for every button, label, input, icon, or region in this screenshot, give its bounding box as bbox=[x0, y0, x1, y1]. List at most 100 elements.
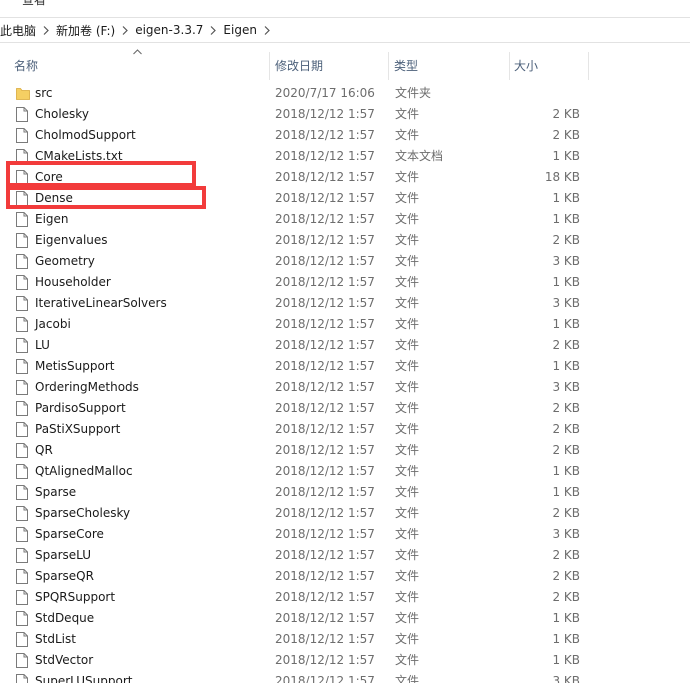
file-row[interactable]: QR 2018/12/12 1:57 文件 2 KB bbox=[0, 440, 690, 461]
file-name[interactable]: LU bbox=[35, 335, 50, 356]
file-row[interactable]: Jacobi 2018/12/12 1:57 文件 1 KB bbox=[0, 314, 690, 335]
file-type: 文件夹 bbox=[395, 86, 432, 100]
file-type: 文件 bbox=[395, 422, 420, 436]
file-name[interactable]: SPQRSupport bbox=[35, 587, 115, 608]
file-row[interactable]: SparseCore 2018/12/12 1:57 文件 3 KB bbox=[0, 524, 690, 545]
breadcrumb-drive[interactable]: 新加卷 (F:) bbox=[56, 22, 115, 39]
file-row[interactable]: SparseQR 2018/12/12 1:57 文件 2 KB bbox=[0, 566, 690, 587]
file-row[interactable]: Householder 2018/12/12 1:57 文件 1 KB bbox=[0, 272, 690, 293]
file-type: 文件 bbox=[395, 233, 420, 247]
file-size: 1 KB bbox=[552, 632, 580, 646]
file-row[interactable]: SparseLU 2018/12/12 1:57 文件 2 KB bbox=[0, 545, 690, 566]
file-name[interactable]: src bbox=[35, 83, 53, 104]
file-type: 文件 bbox=[395, 611, 420, 625]
file-type: 文本文档 bbox=[395, 149, 444, 163]
file-size: 1 KB bbox=[552, 191, 580, 205]
file-date: 2018/12/12 1:57 bbox=[275, 527, 375, 541]
file-name[interactable]: IterativeLinearSolvers bbox=[35, 293, 167, 314]
file-icon bbox=[16, 275, 28, 290]
file-name[interactable]: Eigenvalues bbox=[35, 230, 108, 251]
file-name[interactable]: SparseQR bbox=[35, 566, 94, 587]
file-date: 2018/12/12 1:57 bbox=[275, 380, 375, 394]
file-name[interactable]: Eigen bbox=[35, 209, 69, 230]
file-name[interactable]: Sparse bbox=[35, 482, 76, 503]
column-type-header[interactable]: 类型 bbox=[392, 52, 510, 80]
file-icon bbox=[16, 317, 28, 332]
file-icon bbox=[16, 443, 28, 458]
file-name[interactable]: QR bbox=[35, 440, 53, 461]
file-icon bbox=[16, 233, 28, 248]
file-name[interactable]: Geometry bbox=[35, 251, 95, 272]
file-name[interactable]: Householder bbox=[35, 272, 111, 293]
file-type: 文件 bbox=[395, 569, 420, 583]
file-date: 2018/12/12 1:57 bbox=[275, 233, 375, 247]
file-type: 文件 bbox=[395, 590, 420, 604]
chevron-right-icon[interactable] bbox=[43, 25, 49, 35]
file-type: 文件 bbox=[395, 254, 420, 268]
view-menu[interactable]: 查看 bbox=[22, 0, 46, 8]
file-name[interactable]: QtAlignedMalloc bbox=[35, 461, 133, 482]
file-row[interactable]: SuperLUSupport 2018/12/12 1:57 文件 3 KB bbox=[0, 671, 690, 683]
file-row[interactable]: OrderingMethods 2018/12/12 1:57 文件 3 KB bbox=[0, 377, 690, 398]
file-row[interactable]: PaStiXSupport 2018/12/12 1:57 文件 2 KB bbox=[0, 419, 690, 440]
file-size: 3 KB bbox=[552, 254, 580, 268]
file-row[interactable]: QtAlignedMalloc 2018/12/12 1:57 文件 1 KB bbox=[0, 461, 690, 482]
file-type: 文件 bbox=[395, 401, 420, 415]
file-date: 2018/12/12 1:57 bbox=[275, 464, 375, 478]
file-row[interactable]: StdList 2018/12/12 1:57 文件 1 KB bbox=[0, 629, 690, 650]
file-name[interactable]: StdVector bbox=[35, 650, 93, 671]
column-name-header[interactable]: 名称 bbox=[12, 52, 270, 80]
file-row[interactable]: SparseCholesky 2018/12/12 1:57 文件 2 KB bbox=[0, 503, 690, 524]
file-row[interactable]: Cholesky 2018/12/12 1:57 文件 2 KB bbox=[0, 104, 690, 125]
chevron-right-icon[interactable] bbox=[122, 25, 129, 35]
file-row[interactable]: StdDeque 2018/12/12 1:57 文件 1 KB bbox=[0, 608, 690, 629]
file-name[interactable]: Jacobi bbox=[35, 314, 71, 335]
file-row[interactable]: StdVector 2018/12/12 1:57 文件 1 KB bbox=[0, 650, 690, 671]
file-icon bbox=[16, 632, 28, 647]
file-name[interactable]: MetisSupport bbox=[35, 356, 114, 377]
file-name[interactable]: Cholesky bbox=[35, 104, 89, 125]
file-type: 文件 bbox=[395, 296, 420, 310]
file-row[interactable]: Eigen 2018/12/12 1:57 文件 1 KB bbox=[0, 209, 690, 230]
file-name[interactable]: SparseLU bbox=[35, 545, 91, 566]
file-size: 2 KB bbox=[552, 338, 580, 352]
file-row[interactable]: SPQRSupport 2018/12/12 1:57 文件 2 KB bbox=[0, 587, 690, 608]
breadcrumb[interactable]: 此电脑 新加卷 (F:) eigen-3.3.7 Eigen bbox=[0, 17, 690, 43]
column-size-header[interactable]: 大小 bbox=[512, 52, 589, 80]
breadcrumb-eigen-folder[interactable]: eigen-3.3.7 bbox=[135, 23, 203, 37]
file-name[interactable]: PardisoSupport bbox=[35, 398, 126, 419]
file-name[interactable]: CholmodSupport bbox=[35, 125, 136, 146]
file-name[interactable]: StdDeque bbox=[35, 608, 94, 629]
file-row[interactable]: Sparse 2018/12/12 1:57 文件 1 KB bbox=[0, 482, 690, 503]
column-header: 名称 修改日期 类型 大小 bbox=[0, 44, 690, 80]
file-name[interactable]: SuperLUSupport bbox=[35, 671, 132, 683]
file-name[interactable]: SparseCore bbox=[35, 524, 104, 545]
file-icon bbox=[16, 674, 28, 683]
file-size: 1 KB bbox=[552, 149, 580, 163]
file-row[interactable]: CholmodSupport 2018/12/12 1:57 文件 2 KB bbox=[0, 125, 690, 146]
chevron-right-icon[interactable] bbox=[210, 25, 217, 35]
column-date-header[interactable]: 修改日期 bbox=[273, 52, 389, 80]
file-row[interactable]: Eigenvalues 2018/12/12 1:57 文件 2 KB bbox=[0, 230, 690, 251]
file-name[interactable]: OrderingMethods bbox=[35, 377, 139, 398]
chevron-right-icon[interactable] bbox=[264, 25, 270, 35]
file-row[interactable]: IterativeLinearSolvers 2018/12/12 1:57 文件 3… bbox=[0, 293, 690, 314]
file-row[interactable]: LU 2018/12/12 1:57 文件 2 KB bbox=[0, 335, 690, 356]
file-name[interactable]: SparseCholesky bbox=[35, 503, 130, 524]
file-date: 2018/12/12 1:57 bbox=[275, 254, 375, 268]
file-icon bbox=[16, 254, 28, 269]
file-size: 1 KB bbox=[552, 275, 580, 289]
breadcrumb-this-pc[interactable]: 此电脑 bbox=[0, 22, 36, 39]
file-row[interactable]: src 2020/7/17 16:06 文件夹 bbox=[0, 83, 690, 104]
file-date: 2018/12/12 1:57 bbox=[275, 506, 375, 520]
file-row[interactable]: PardisoSupport 2018/12/12 1:57 文件 2 KB bbox=[0, 398, 690, 419]
file-name[interactable]: PaStiXSupport bbox=[35, 419, 120, 440]
file-row[interactable]: Geometry 2018/12/12 1:57 文件 3 KB bbox=[0, 251, 690, 272]
breadcrumb-current[interactable]: Eigen bbox=[223, 23, 257, 37]
file-size: 2 KB bbox=[552, 422, 580, 436]
file-name[interactable]: StdList bbox=[35, 629, 76, 650]
file-date: 2018/12/12 1:57 bbox=[275, 191, 375, 205]
file-row[interactable]: MetisSupport 2018/12/12 1:57 文件 1 KB bbox=[0, 356, 690, 377]
file-date: 2018/12/12 1:57 bbox=[275, 170, 375, 184]
file-type: 文件 bbox=[395, 527, 420, 541]
